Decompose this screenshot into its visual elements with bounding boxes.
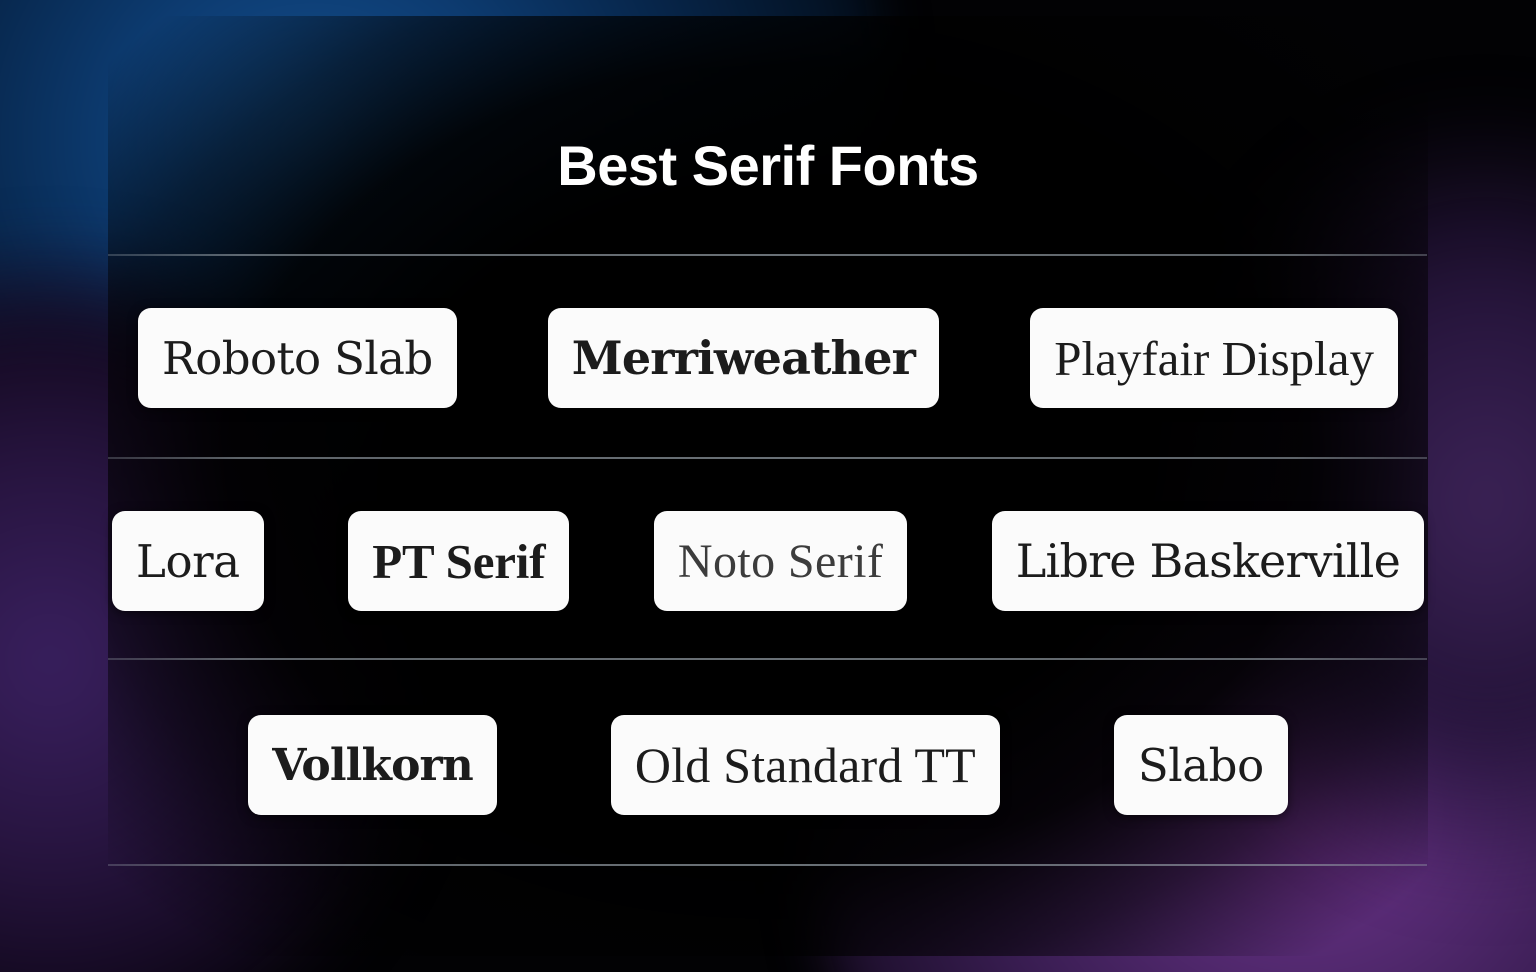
font-chip[interactable]: Old Standard TT <box>610 715 1000 815</box>
font-row-1: Roboto Slab Merriweather Playfair Display <box>108 308 1428 408</box>
font-chip[interactable]: Lora <box>112 511 264 611</box>
font-chip[interactable]: PT Serif <box>348 511 570 611</box>
font-chip[interactable]: Noto Serif <box>653 511 908 611</box>
font-chip[interactable]: Slabo <box>1113 715 1288 815</box>
font-row-3: Vollkorn Old Standard TT Slabo <box>108 715 1428 815</box>
font-chip[interactable]: Libre Baskerville <box>991 511 1424 611</box>
divider-4 <box>108 864 1427 866</box>
font-chip[interactable]: Playfair Display <box>1030 308 1398 408</box>
font-chip[interactable]: Vollkorn <box>248 715 497 815</box>
divider-2 <box>108 457 1427 459</box>
page-stage: Best Serif Fonts Roboto Slab Merriweather… <box>0 0 1536 972</box>
page-content: Best Serif Fonts Roboto Slab Merriweather… <box>0 0 1536 972</box>
font-chip[interactable]: Roboto Slab <box>138 308 457 408</box>
divider-1 <box>108 254 1427 256</box>
divider-3 <box>108 658 1427 660</box>
page-title: Best Serif Fonts <box>557 133 979 197</box>
font-row-2: Lora PT Serif Noto Serif Libre Baskerville <box>108 511 1428 611</box>
font-chip[interactable]: Merriweather <box>547 308 940 408</box>
